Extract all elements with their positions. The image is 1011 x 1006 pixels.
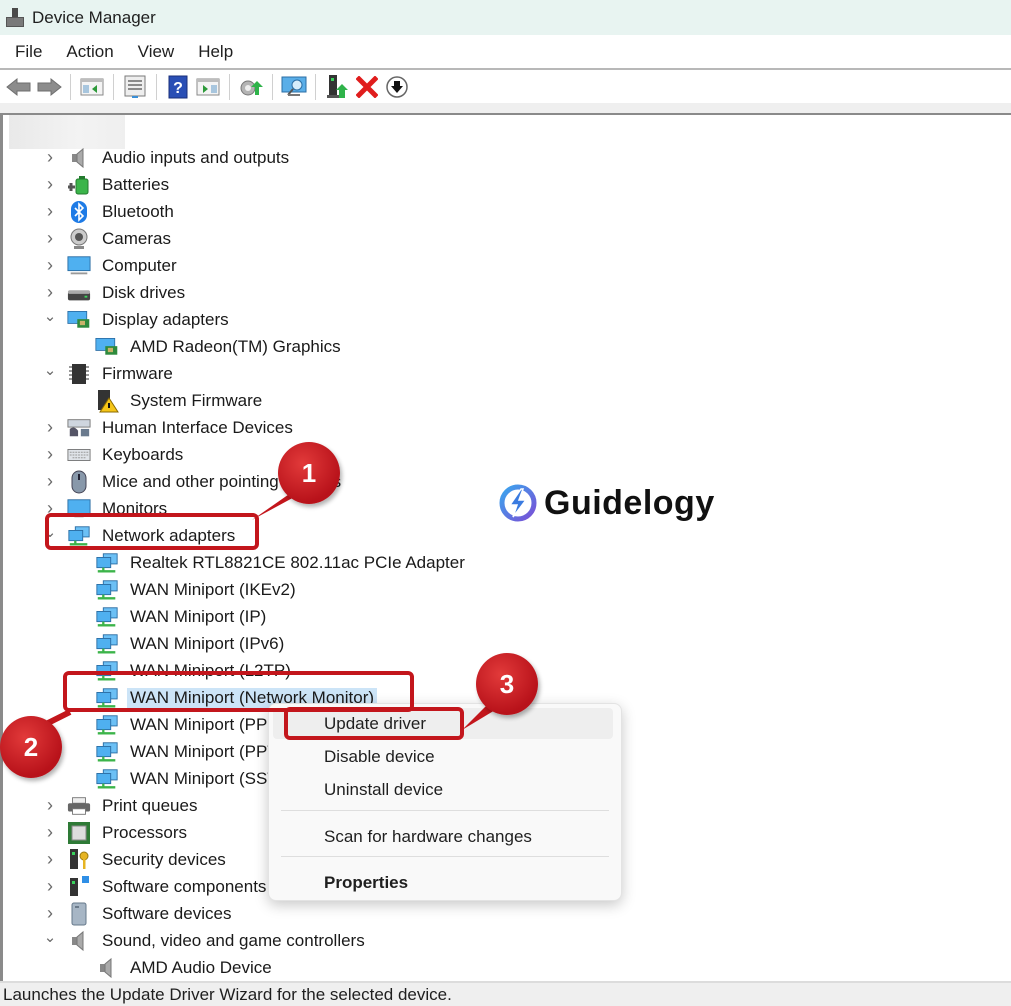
callout-3-box — [284, 707, 464, 740]
callout-2-badge: 2 — [0, 716, 62, 778]
status-bar: Launches the Update Driver Wizard for th… — [0, 981, 1011, 1006]
watermark-text: Guidelogy — [544, 483, 715, 522]
status-text: Launches the Update Driver Wizard for th… — [3, 985, 452, 1004]
guidelogy-watermark: Guidelogy — [498, 483, 715, 523]
callout-1-badge: 1 — [278, 442, 340, 504]
callout-2-box — [63, 671, 414, 712]
callout-1-box — [45, 513, 259, 550]
callout-3-badge: 3 — [476, 653, 538, 715]
lightning-bolt-logo-icon — [499, 484, 537, 522]
